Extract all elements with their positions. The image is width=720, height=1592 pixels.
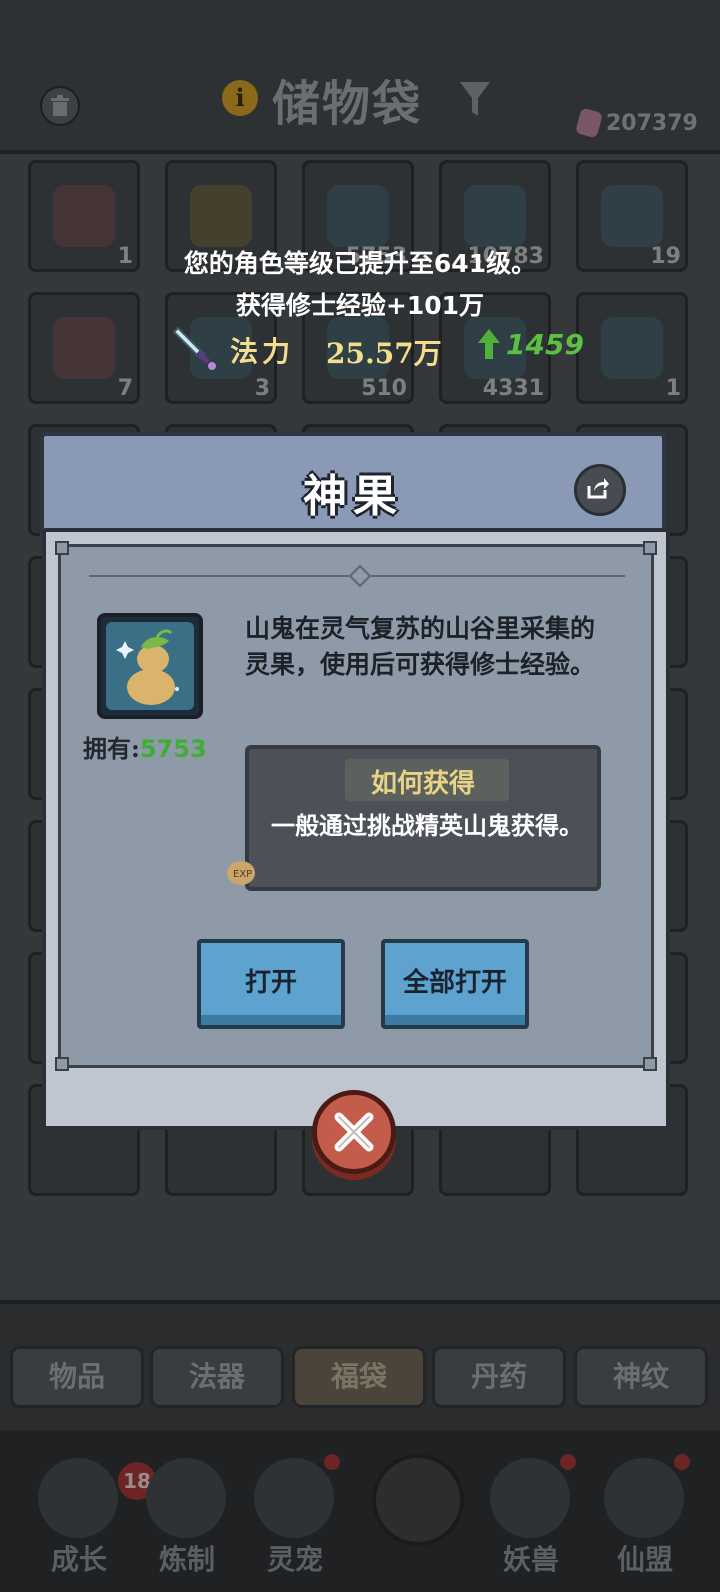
modal-title: 神果 [303,471,403,522]
trash-button[interactable] [40,86,80,126]
tab-items[interactable]: 物品 [10,1346,144,1408]
nav-alliance[interactable]: 仙盟 [590,1448,700,1578]
red-book-icon [53,185,115,247]
top-bar: i 储物袋 207379 [0,0,720,154]
page-title: 储物袋 [272,76,423,132]
item-count: 1 [665,376,681,401]
currency-value: 207379 [606,110,698,136]
vase-icon [464,185,526,247]
corner-ornament [643,541,657,555]
share-button[interactable] [574,464,626,516]
divider-ornament [348,564,372,588]
exp-icon: EXP [227,861,255,885]
category-tabs: 物品 法器 福袋 丹药 神纹 [0,1300,720,1434]
notification-dot [324,1454,340,1470]
arrow-up-icon [478,329,500,359]
close-icon [334,1112,374,1152]
treasure-pouch-icon [601,185,663,247]
share-icon [587,478,609,499]
nav-alliance-label: 仙盟 [616,1543,673,1576]
item-icon-frame [97,613,203,719]
power-label: 法力 [230,335,295,368]
close-modal-button[interactable] [312,1090,396,1174]
close-menu-icon[interactable] [372,1454,464,1546]
jar-icon [601,317,663,379]
how-to-obtain-box: 如何获得 一般通过挑战精英山鬼获得。 [245,745,601,891]
gourd-icon [327,185,389,247]
item-count: 7 [117,376,133,401]
power-change-row: 法力 25.57万 1459 [170,322,610,374]
owned-label: 拥有: [83,734,140,763]
exp-gain-notice: 获得修士经验+101万 [235,291,485,320]
sword-icon [172,326,216,370]
trash-icon [51,95,69,116]
level-up-notice: 您的角色等级已提升至641级。 [183,249,537,278]
gourd-icon [116,629,179,705]
open-button[interactable]: 打开 [197,939,345,1029]
corner-ornament [55,1057,69,1071]
item-description: 山鬼在灵气复苏的山谷里采集的灵果，使用后可获得修士经验。 [245,614,596,679]
svg-text:EXP: EXP [233,869,252,880]
nav-growth[interactable]: 成长 18 [24,1448,156,1578]
gold-pouch-icon [190,185,252,247]
nav-pet[interactable]: 灵宠 [240,1448,350,1578]
tab-runes[interactable]: 神纹 [574,1346,708,1408]
power-value: 25.57万 [326,337,442,370]
modal-body: 拥有:5753 山鬼在灵气复苏的山谷里采集的灵果，使用后可获得修士经验。 如何获… [42,528,670,1130]
power-increase: 1459 [478,322,584,366]
tab-pills[interactable]: 丹药 [432,1346,566,1408]
blue-book-icon [53,317,115,379]
nav-pet-label: 灵宠 [266,1543,323,1576]
modal-header: 神果 [40,432,666,540]
tab-artifacts[interactable]: 法器 [150,1346,284,1408]
gem-icon [575,107,603,139]
nav-craft[interactable]: 炼制 [132,1448,242,1578]
nav-monster-label: 妖兽 [502,1543,559,1576]
growth-icon [38,1458,118,1538]
alliance-icon [604,1458,684,1538]
corner-ornament [55,541,69,555]
notification-dot [560,1454,576,1470]
nav-craft-label: 炼制 [158,1543,215,1576]
nav-growth-label: 成长 [50,1543,107,1576]
how-to-obtain-text: 一般通过挑战精英山鬼获得。 [271,811,583,840]
bottom-nav: 成长 18 炼制 灵宠 妖兽 仙盟 [0,1430,720,1592]
item-count: 510 [361,376,407,401]
open-all-button[interactable]: 全部打开 [381,939,529,1029]
filter-icon[interactable] [458,80,492,120]
pet-icon [254,1458,334,1538]
currency-display: 207379 [575,107,698,139]
power-increase-value: 1459 [506,327,584,361]
monster-icon [490,1458,570,1538]
owned-value: 5753 [139,735,207,763]
detail-panel: 拥有:5753 山鬼在灵气复苏的山谷里采集的灵果，使用后可获得修士经验。 如何获… [55,541,657,1071]
owned-count: 拥有:5753 [83,729,223,764]
how-to-obtain-title: 如何获得 [370,769,475,799]
craft-icon [146,1458,226,1538]
tab-lucky-bags[interactable]: 福袋 [292,1346,426,1408]
item-count: 3 [254,376,270,401]
corner-ornament [643,1057,657,1071]
nav-monster[interactable]: 妖兽 [476,1448,586,1578]
info-icon[interactable]: i [222,80,258,116]
item-count: 4331 [482,376,544,401]
notification-dot [674,1454,690,1470]
